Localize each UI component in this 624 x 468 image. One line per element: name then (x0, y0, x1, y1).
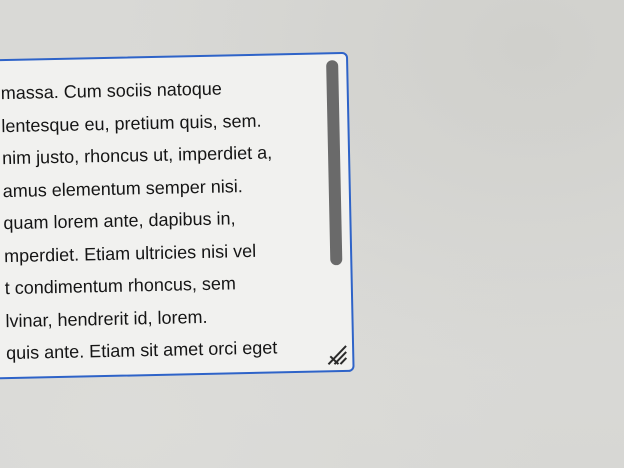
screen-background: massa. Cum sociis natoque lentesque eu, … (0, 0, 624, 468)
text-area-content[interactable]: massa. Cum sociis natoque lentesque eu, … (0, 70, 336, 369)
text-area[interactable]: massa. Cum sociis natoque lentesque eu, … (0, 51, 355, 380)
text-line: quis ante. Etiam sit amet orci eget (5, 337, 278, 364)
resize-handle-icon[interactable] (324, 342, 348, 366)
